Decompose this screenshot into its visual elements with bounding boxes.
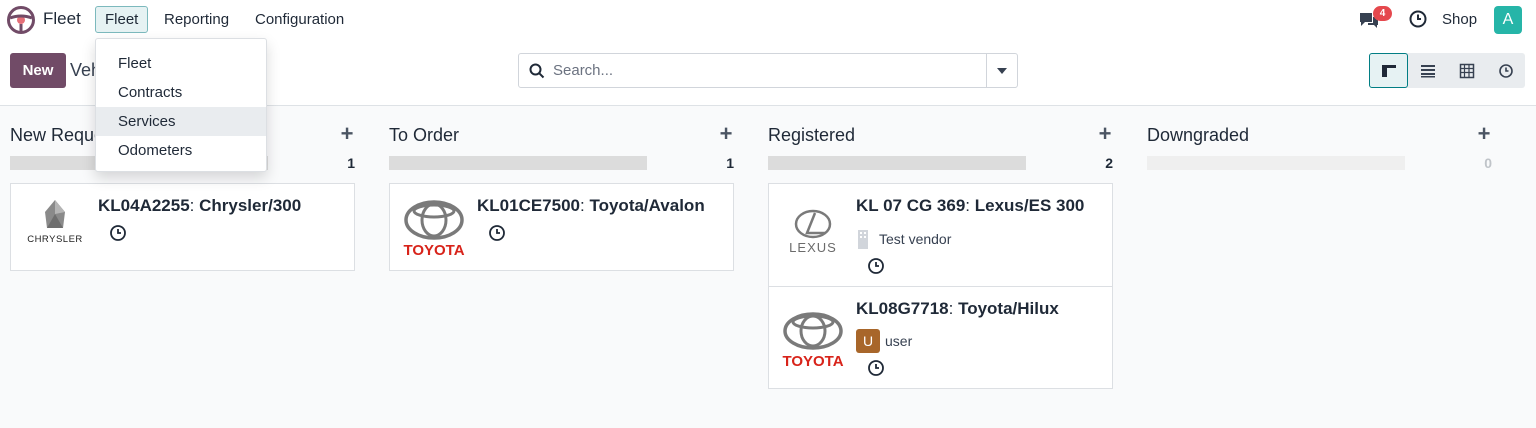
vehicle-card[interactable]: TOYOTA KL08G7718: Toyota/Hilux U user bbox=[768, 286, 1113, 389]
driver-avatar: U bbox=[856, 329, 880, 353]
kanban-view-button[interactable] bbox=[1369, 53, 1408, 88]
toyota-logo-text: TOYOTA bbox=[403, 242, 464, 259]
card-plate: KL01CE7500 bbox=[477, 196, 581, 215]
card-title: KL08G7718: Toyota/Hilux bbox=[856, 299, 1059, 318]
activity-clock-icon[interactable] bbox=[867, 257, 885, 275]
add-card-icon[interactable]: + bbox=[718, 121, 734, 147]
dropdown-item-services[interactable]: Services bbox=[96, 107, 266, 136]
top-navbar: Fleet Fleet Reporting Configuration 4 Sh… bbox=[0, 0, 1536, 38]
menu-configuration[interactable]: Configuration bbox=[245, 6, 354, 33]
add-card-icon[interactable]: + bbox=[1097, 121, 1113, 147]
column-title[interactable]: Downgraded bbox=[1147, 125, 1249, 146]
column-progress-bar[interactable] bbox=[389, 156, 647, 170]
column-count: 2 bbox=[1105, 155, 1113, 171]
fleet-menu-dropdown: Fleet Contracts Services Odometers bbox=[95, 38, 267, 172]
fleet-app-icon[interactable] bbox=[7, 6, 35, 34]
card-model: Chrysler/300 bbox=[199, 196, 302, 215]
user-avatar[interactable]: A bbox=[1494, 6, 1522, 34]
card-title: KL04A2255: Chrysler/300 bbox=[98, 196, 302, 215]
dropdown-item-fleet[interactable]: Fleet bbox=[96, 49, 266, 78]
card-model: Toyota/Avalon bbox=[589, 196, 705, 215]
card-model: Lexus/ES 300 bbox=[974, 196, 1085, 215]
clock-icon bbox=[1498, 63, 1513, 78]
column-progress-bar[interactable] bbox=[768, 156, 1026, 170]
list-view-button[interactable] bbox=[1408, 53, 1447, 88]
card-vendor: Test vendor bbox=[856, 229, 951, 249]
company-switcher[interactable]: Shop bbox=[1442, 11, 1477, 28]
column-title[interactable]: To Order bbox=[389, 125, 459, 146]
search-box bbox=[518, 53, 1018, 88]
column-count: 1 bbox=[726, 155, 734, 171]
activity-view-button[interactable] bbox=[1486, 53, 1525, 88]
add-card-icon[interactable]: + bbox=[1476, 121, 1492, 147]
column-count: 0 bbox=[1484, 155, 1492, 171]
lexus-logo-text: LEXUS bbox=[789, 240, 837, 255]
driver-name: user bbox=[885, 333, 913, 349]
toyota-logo-text: TOYOTA bbox=[782, 353, 843, 370]
search-options-toggle[interactable] bbox=[986, 54, 1017, 87]
lexus-logo: LEXUS bbox=[789, 209, 837, 255]
column-count: 1 bbox=[347, 155, 355, 171]
list-icon bbox=[1420, 64, 1435, 77]
vehicle-card[interactable]: LEXUS KL 07 CG 369: Lexus/ES 300 Test ve… bbox=[768, 183, 1113, 287]
card-model: Toyota/Hilux bbox=[958, 299, 1059, 318]
dropdown-item-odometers[interactable]: Odometers bbox=[96, 136, 266, 165]
search-input[interactable] bbox=[553, 58, 983, 83]
menu-fleet[interactable]: Fleet bbox=[95, 6, 149, 33]
toyota-logo: TOYOTA bbox=[782, 312, 844, 370]
kanban-icon bbox=[1381, 64, 1396, 77]
vendor-name: Test vendor bbox=[879, 231, 952, 247]
building-icon bbox=[858, 230, 868, 249]
search-icon bbox=[529, 63, 545, 79]
new-button[interactable]: New bbox=[10, 53, 66, 88]
vehicle-card[interactable]: TOYOTA KL01CE7500: Toyota/Avalon bbox=[389, 183, 734, 271]
activity-clock-icon[interactable] bbox=[488, 224, 506, 242]
vehicle-card[interactable]: CHRYSLER KL04A2255: Chrysler/300 bbox=[10, 183, 355, 271]
card-title: KL01CE7500: Toyota/Avalon bbox=[477, 196, 705, 215]
view-switcher bbox=[1369, 53, 1525, 88]
toyota-logo: TOYOTA bbox=[403, 200, 465, 259]
chat-count-badge: 4 bbox=[1373, 6, 1392, 21]
card-plate: KL08G7718 bbox=[856, 299, 949, 318]
card-driver: U user bbox=[856, 329, 912, 353]
app-name[interactable]: Fleet bbox=[43, 9, 81, 29]
chrysler-logo-text: CHRYSLER bbox=[27, 234, 83, 245]
pivot-view-button[interactable] bbox=[1447, 53, 1486, 88]
dropdown-item-contracts[interactable]: Contracts bbox=[96, 78, 266, 107]
activity-clock-icon[interactable] bbox=[867, 359, 885, 377]
card-plate: KL 07 CG 369 bbox=[856, 196, 966, 215]
column-title[interactable]: Registered bbox=[768, 125, 855, 146]
activity-clock-icon[interactable] bbox=[109, 224, 127, 242]
add-card-icon[interactable]: + bbox=[339, 121, 355, 147]
card-title: KL 07 CG 369: Lexus/ES 300 bbox=[856, 196, 1085, 215]
column-progress-bar[interactable] bbox=[1147, 156, 1405, 170]
pivot-table-icon bbox=[1459, 63, 1474, 78]
menu-reporting[interactable]: Reporting bbox=[154, 6, 239, 33]
chrysler-logo: CHRYSLER bbox=[27, 200, 83, 245]
card-plate: KL04A2255 bbox=[98, 196, 190, 215]
activity-clock-icon[interactable] bbox=[1409, 10, 1427, 28]
